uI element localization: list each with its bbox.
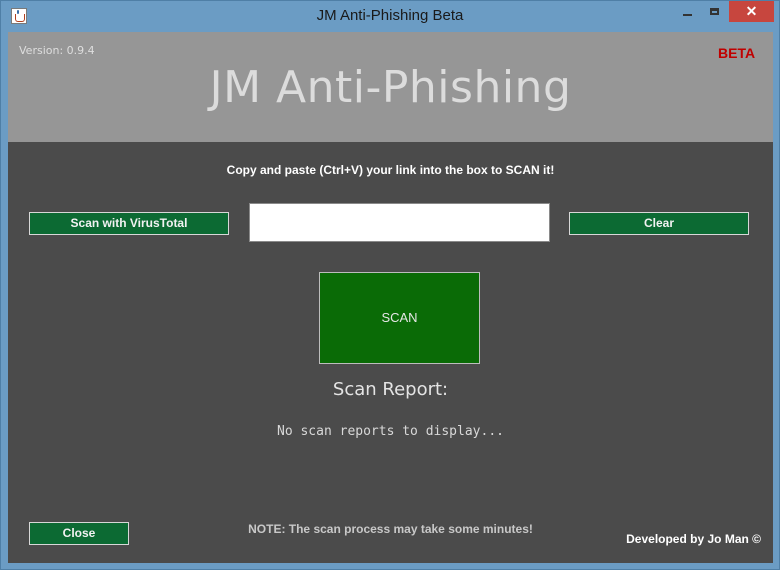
scan-report-title: Scan Report:	[332, 379, 449, 400]
scan-virustotal-button[interactable]: Scan with VirusTotal	[29, 212, 229, 235]
close-icon: ✕	[745, 3, 758, 19]
instructions-text: Copy and paste (Ctrl+V) your link into t…	[226, 163, 555, 177]
window-close-button[interactable]: ✕	[729, 1, 774, 22]
window-title: JM Anti-Phishing Beta	[316, 7, 464, 24]
clear-button[interactable]: Clear	[569, 212, 749, 235]
app-title: JM Anti-Phishing	[209, 62, 572, 113]
scan-report-text: No scan reports to display...	[277, 424, 504, 439]
credits-text: Developed by Jo Man ©	[626, 532, 761, 546]
version-label: Version: 0.9.4	[19, 44, 95, 57]
header-banner: Version: 0.9.4 BETA JM Anti-Phishing	[8, 32, 773, 142]
minimize-button[interactable]	[673, 1, 701, 22]
beta-badge: BETA	[718, 45, 756, 61]
title-bar[interactable]: JM Anti-Phishing Beta ✕	[1, 1, 779, 32]
app-window: JM Anti-Phishing Beta ✕ Version: 0.9.4 B…	[0, 0, 780, 570]
app-content: Version: 0.9.4 BETA JM Anti-Phishing Cop…	[8, 32, 773, 563]
maximize-icon	[710, 8, 719, 15]
maximize-button[interactable]	[701, 1, 729, 22]
minimize-icon	[683, 14, 692, 16]
url-input[interactable]	[249, 203, 550, 242]
scan-button[interactable]: SCAN	[319, 272, 480, 364]
